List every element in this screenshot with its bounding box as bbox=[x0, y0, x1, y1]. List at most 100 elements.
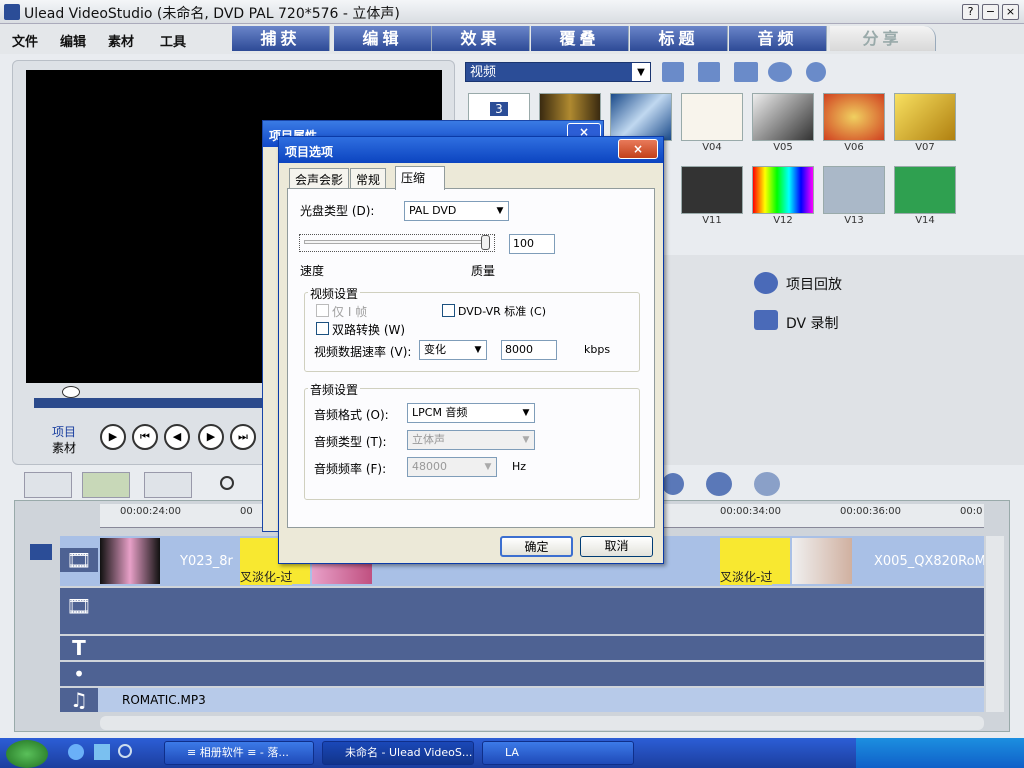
library-thumb[interactable] bbox=[823, 93, 885, 141]
expand-icon[interactable] bbox=[806, 62, 826, 82]
explorer-icon[interactable] bbox=[94, 744, 110, 760]
storyboard-view-icon[interactable] bbox=[24, 472, 72, 498]
chevron-down-icon: ▼ bbox=[518, 404, 534, 422]
sort-icon[interactable] bbox=[698, 62, 720, 82]
audio-freq-select[interactable]: 48000 ▼ bbox=[407, 457, 497, 477]
step-forward-icon[interactable]: ▶ bbox=[198, 424, 224, 450]
tab-title[interactable]: 标题 bbox=[630, 26, 728, 51]
timeline-view-icon[interactable] bbox=[82, 472, 130, 498]
audio-format-select[interactable]: LPCM 音频 ▼ bbox=[407, 403, 535, 423]
refresh-icon[interactable] bbox=[768, 62, 792, 82]
tab-audio[interactable]: 音频 bbox=[729, 26, 827, 51]
voice-track[interactable] bbox=[60, 662, 984, 686]
focus-outline bbox=[299, 234, 495, 252]
ie-icon[interactable] bbox=[68, 744, 84, 760]
window-title: Ulead VideoStudio (未命名, DVD PAL 720*576 … bbox=[24, 6, 400, 22]
audio-type-select[interactable]: 立体声 ▼ bbox=[407, 430, 535, 450]
audio-format-value: LPCM 音频 bbox=[412, 406, 468, 419]
bitrate-value: 8000 bbox=[505, 343, 533, 356]
ruler-tick: 00 bbox=[240, 506, 253, 517]
play-icon[interactable]: ▶ bbox=[100, 424, 126, 450]
folder-icon[interactable] bbox=[662, 62, 684, 82]
audio-settings-title: 音频设置 bbox=[308, 381, 361, 398]
mode-clip-label[interactable]: 素材 bbox=[52, 439, 76, 456]
disc-type-select[interactable]: PAL DVD ▼ bbox=[404, 201, 509, 221]
quality-value: 100 bbox=[513, 237, 534, 250]
taskbar-item-videostudio[interactable]: 未命名 - Ulead VideoS... bbox=[322, 741, 474, 765]
tab-effect[interactable]: 效果 bbox=[432, 26, 530, 51]
minimize-button[interactable]: − bbox=[982, 4, 999, 20]
audio-type-value: 立体声 bbox=[412, 433, 445, 446]
view-icon[interactable] bbox=[734, 62, 758, 82]
music-track-icon: ♫ bbox=[60, 688, 98, 712]
close-button[interactable]: × bbox=[1002, 4, 1019, 20]
overlay-track[interactable] bbox=[60, 588, 984, 634]
tab-share[interactable]: 分享 bbox=[830, 26, 936, 51]
clock-icon[interactable] bbox=[662, 473, 684, 495]
library-thumb[interactable] bbox=[681, 93, 743, 141]
video-clip-thumb[interactable] bbox=[792, 538, 852, 584]
mode-project-label[interactable]: 项目 bbox=[52, 423, 76, 440]
timeline-scrollbar-horizontal[interactable] bbox=[100, 716, 984, 730]
scrub-bar[interactable] bbox=[34, 398, 264, 408]
library-thumb[interactable] bbox=[681, 166, 743, 214]
library-thumb[interactable] bbox=[894, 93, 956, 141]
menu-tools[interactable]: 工具 bbox=[160, 31, 186, 50]
project-playback-option[interactable]: 项目回放 bbox=[786, 274, 842, 294]
app-icon bbox=[4, 4, 20, 20]
tab-general[interactable]: 常规 bbox=[350, 168, 387, 188]
menu-file[interactable]: 文件 bbox=[12, 31, 38, 50]
video-clip-thumb[interactable] bbox=[100, 538, 160, 584]
library-thumb[interactable] bbox=[752, 166, 814, 214]
step-back-icon[interactable]: ◀ bbox=[164, 424, 190, 450]
iframe-checkbox[interactable] bbox=[316, 304, 329, 317]
quality-label: 质量 bbox=[471, 264, 496, 278]
thumb-label: V14 bbox=[915, 215, 935, 226]
cancel-button[interactable]: 取消 bbox=[580, 536, 653, 557]
dialog-close-button[interactable]: × bbox=[618, 139, 658, 159]
quality-spinner[interactable]: 100 bbox=[509, 234, 555, 254]
help-button[interactable]: ? bbox=[962, 4, 979, 20]
bitrate-spinner[interactable]: 8000 bbox=[501, 340, 557, 360]
audio-type-label: 音频类型 (T): bbox=[314, 435, 387, 449]
chevron-down-icon: ▼ bbox=[632, 63, 650, 81]
tab-edit[interactable]: 编辑 bbox=[334, 26, 432, 51]
title-track[interactable] bbox=[60, 636, 984, 660]
surround-icon[interactable] bbox=[754, 472, 780, 496]
thumb-label: V11 bbox=[702, 215, 722, 226]
tab-compression[interactable]: 压缩 bbox=[395, 166, 445, 190]
track-manager-icon[interactable] bbox=[30, 544, 52, 560]
skip-start-icon[interactable]: ⏮ bbox=[132, 424, 158, 450]
taskbar-item-album[interactable]: ≡ 相册软件 ≡ - 落... bbox=[164, 741, 314, 765]
ok-button[interactable]: 确定 bbox=[500, 536, 573, 557]
dvdvr-checkbox[interactable] bbox=[442, 304, 455, 317]
menu-clip[interactable]: 素材 bbox=[108, 31, 134, 50]
zoom-out-icon[interactable] bbox=[220, 476, 234, 490]
menu-edit[interactable]: 编辑 bbox=[60, 31, 86, 50]
tab-capture[interactable]: 捕获 bbox=[232, 26, 330, 51]
thumb-label: V07 bbox=[915, 142, 935, 153]
playback-icon bbox=[754, 272, 778, 294]
tab-overlay[interactable]: 覆叠 bbox=[531, 26, 629, 51]
audio-view-icon[interactable] bbox=[144, 472, 192, 498]
library-thumb[interactable] bbox=[610, 93, 672, 141]
library-thumb[interactable] bbox=[894, 166, 956, 214]
audio-format-label: 音频格式 (O): bbox=[314, 408, 389, 422]
timeline-scrollbar-vertical[interactable] bbox=[986, 536, 1004, 712]
start-button[interactable] bbox=[6, 740, 48, 768]
library-thumb[interactable] bbox=[823, 166, 885, 214]
double-pass-checkbox[interactable] bbox=[316, 322, 329, 335]
trim-marker-icon[interactable] bbox=[62, 386, 80, 398]
dv-record-option[interactable]: DV 录制 bbox=[786, 313, 839, 333]
library-thumb[interactable] bbox=[752, 93, 814, 141]
mix-icon[interactable] bbox=[706, 472, 732, 496]
skip-end-icon[interactable]: ⏭ bbox=[230, 424, 256, 450]
bitrate-mode-select[interactable]: 变化 ▼ bbox=[419, 340, 487, 360]
taskbar-item-la[interactable]: LA bbox=[482, 741, 634, 765]
tab-videostudio[interactable]: 会声会影 bbox=[289, 168, 350, 188]
search-icon[interactable] bbox=[118, 744, 132, 758]
library-category-select[interactable]: 视频 ▼ bbox=[465, 62, 651, 82]
ruler-tick: 00:00:34:00 bbox=[720, 506, 782, 517]
bitrate-label: 视频数据速率 (V): bbox=[314, 345, 412, 359]
double-pass-label: 双路转换 (W) bbox=[332, 323, 406, 337]
